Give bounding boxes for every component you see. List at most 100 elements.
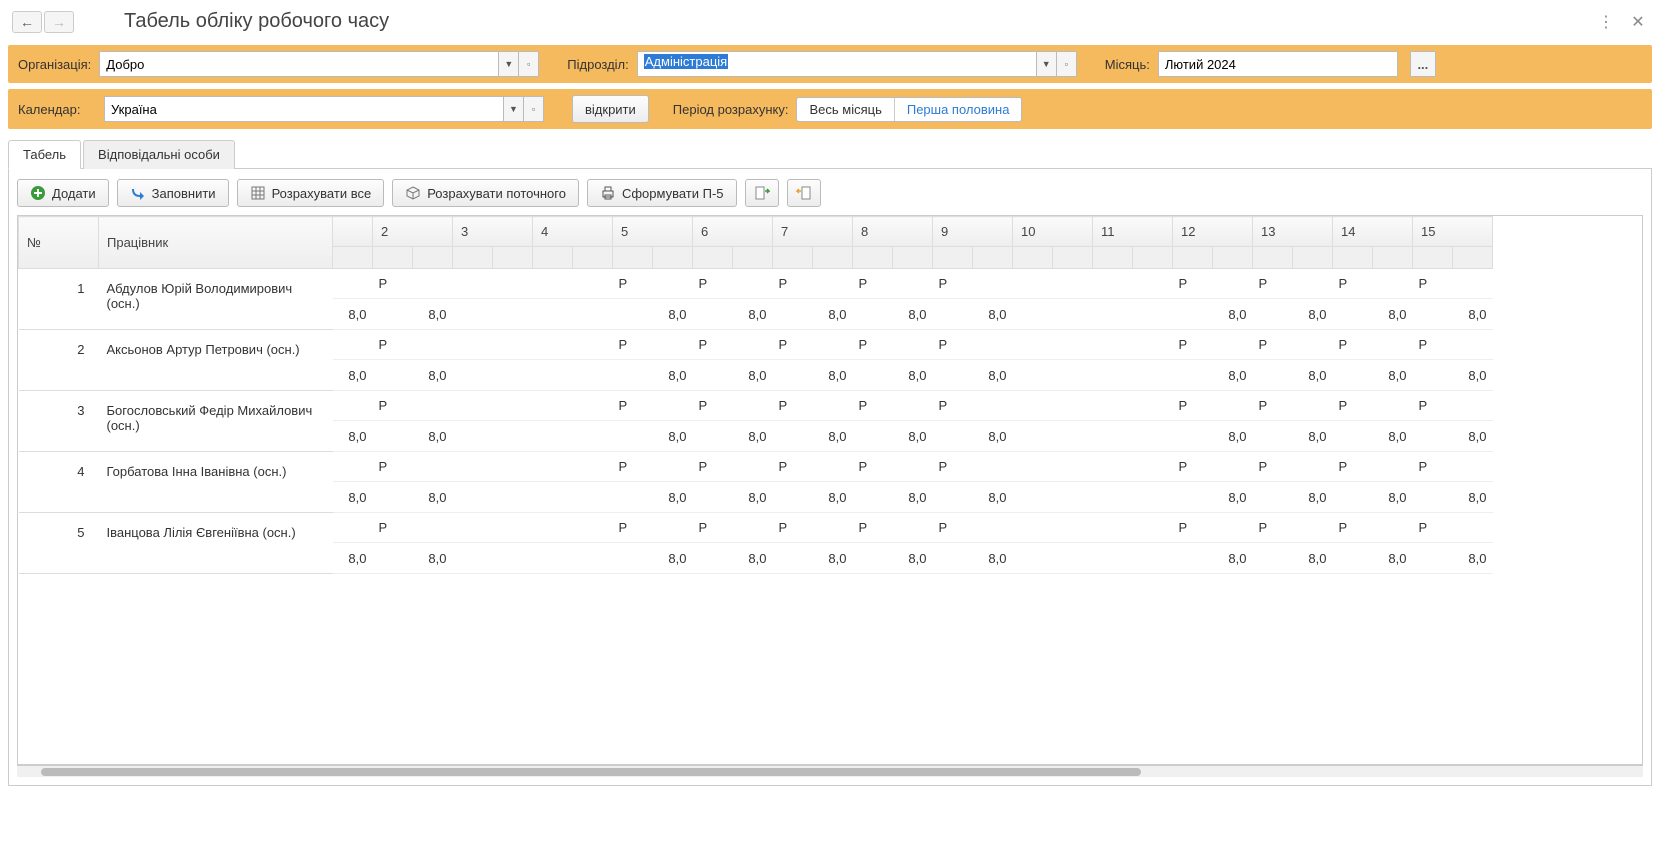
day-cell[interactable] <box>533 513 613 574</box>
day-cell[interactable]: 8,0 <box>333 513 373 574</box>
table-row[interactable]: 2Аксьонов Артур Петрович (осн.)8,0Р8,0Р8… <box>19 330 1493 391</box>
add-button[interactable]: Додати <box>17 179 109 207</box>
col-day-5[interactable]: 5 <box>613 217 693 247</box>
day-cell[interactable]: Р8,0 <box>1173 269 1253 330</box>
day-cell[interactable]: Р8,0 <box>1173 513 1253 574</box>
day-cell[interactable] <box>1093 452 1173 513</box>
col-day-12[interactable]: 12 <box>1173 217 1253 247</box>
day-cell[interactable]: Р8,0 <box>613 513 693 574</box>
day-cell[interactable]: Р8,0 <box>1253 391 1333 452</box>
fill-button[interactable]: Заповнити <box>117 179 229 207</box>
division-input[interactable]: Адміністрація <box>637 51 1037 77</box>
day-cell[interactable]: Р8,0 <box>773 391 853 452</box>
day-cell[interactable]: Р8,0 <box>853 513 933 574</box>
day-cell[interactable]: Р8,0 <box>1413 513 1493 574</box>
col-day-2[interactable]: 2 <box>373 217 453 247</box>
day-cell[interactable]: Р8,0 <box>693 330 773 391</box>
day-cell[interactable]: Р8,0 <box>613 452 693 513</box>
day-cell[interactable]: Р8,0 <box>373 452 453 513</box>
day-cell[interactable] <box>1013 269 1093 330</box>
division-open-button[interactable]: ▫ <box>1057 51 1077 77</box>
month-picker-button[interactable]: ... <box>1410 51 1436 77</box>
day-cell[interactable]: Р8,0 <box>933 330 1013 391</box>
day-cell[interactable] <box>533 330 613 391</box>
day-cell[interactable]: Р8,0 <box>1253 269 1333 330</box>
day-cell[interactable]: Р8,0 <box>1333 330 1413 391</box>
day-cell[interactable]: Р8,0 <box>1333 513 1413 574</box>
calc-current-button[interactable]: Розрахувати поточного <box>392 179 579 207</box>
division-dropdown-button[interactable]: ▼ <box>1037 51 1057 77</box>
nav-back-button[interactable]: ← <box>12 11 42 33</box>
day-cell[interactable]: Р8,0 <box>1413 391 1493 452</box>
day-cell[interactable]: Р8,0 <box>373 269 453 330</box>
form-p5-button[interactable]: Сформувати П-5 <box>587 179 737 207</box>
import-button[interactable] <box>787 179 821 207</box>
col-day-14[interactable]: 14 <box>1333 217 1413 247</box>
day-cell[interactable] <box>453 452 533 513</box>
day-cell[interactable]: 8,0 <box>333 269 373 330</box>
day-cell[interactable]: Р8,0 <box>693 269 773 330</box>
org-dropdown-button[interactable]: ▼ <box>499 51 519 77</box>
col-day-3[interactable]: 3 <box>453 217 533 247</box>
col-day-1[interactable] <box>333 217 373 247</box>
day-cell[interactable]: Р8,0 <box>1413 330 1493 391</box>
day-cell[interactable]: Р8,0 <box>613 391 693 452</box>
day-cell[interactable] <box>1093 269 1173 330</box>
tab-responsible[interactable]: Відповідальні особи <box>83 140 235 169</box>
period-first-half[interactable]: Перша половина <box>894 98 1022 121</box>
day-cell[interactable]: Р8,0 <box>853 391 933 452</box>
table-row[interactable]: 4Горбатова Інна Іванівна (осн.)8,0Р8,0Р8… <box>19 452 1493 513</box>
day-cell[interactable]: Р8,0 <box>933 513 1013 574</box>
day-cell[interactable]: Р8,0 <box>1253 330 1333 391</box>
col-day-10[interactable]: 10 <box>1013 217 1093 247</box>
col-day-15[interactable]: 15 <box>1413 217 1493 247</box>
calendar-open-button[interactable]: ▫ <box>524 96 544 122</box>
day-cell[interactable]: Р8,0 <box>373 513 453 574</box>
day-cell[interactable] <box>453 513 533 574</box>
col-day-13[interactable]: 13 <box>1253 217 1333 247</box>
col-day-4[interactable]: 4 <box>533 217 613 247</box>
scroll-thumb[interactable] <box>41 768 1141 776</box>
calc-all-button[interactable]: Розрахувати все <box>237 179 385 207</box>
col-day-9[interactable]: 9 <box>933 217 1013 247</box>
day-cell[interactable] <box>1013 452 1093 513</box>
day-cell[interactable]: Р8,0 <box>773 513 853 574</box>
day-cell[interactable]: Р8,0 <box>693 391 773 452</box>
org-open-button[interactable]: ▫ <box>519 51 539 77</box>
day-cell[interactable] <box>533 269 613 330</box>
table-row[interactable]: 5Іванцова Лілія Євгеніївна (осн.)8,0Р8,0… <box>19 513 1493 574</box>
day-cell[interactable] <box>453 391 533 452</box>
day-cell[interactable]: Р8,0 <box>693 513 773 574</box>
day-cell[interactable] <box>533 391 613 452</box>
day-cell[interactable] <box>1013 391 1093 452</box>
tab-timesheet[interactable]: Табель <box>8 140 81 169</box>
export-button[interactable] <box>745 179 779 207</box>
day-cell[interactable] <box>453 269 533 330</box>
month-input[interactable] <box>1158 51 1398 77</box>
table-row[interactable]: 1Абдулов Юрій Володимирович (осн.)8,0Р8,… <box>19 269 1493 330</box>
day-cell[interactable]: Р8,0 <box>613 269 693 330</box>
day-cell[interactable]: Р8,0 <box>853 269 933 330</box>
day-cell[interactable]: Р8,0 <box>373 330 453 391</box>
col-employee[interactable]: Працівник <box>99 217 333 269</box>
day-cell[interactable]: Р8,0 <box>853 452 933 513</box>
col-day-6[interactable]: 6 <box>693 217 773 247</box>
day-cell[interactable]: 8,0 <box>333 391 373 452</box>
day-cell[interactable]: Р8,0 <box>1173 330 1253 391</box>
table-row[interactable]: 3Богословський Федір Михайлович (осн.)8,… <box>19 391 1493 452</box>
more-icon[interactable]: ⋮ <box>1596 12 1616 32</box>
day-cell[interactable]: Р8,0 <box>933 452 1013 513</box>
calendar-input[interactable] <box>104 96 504 122</box>
open-calendar-button[interactable]: відкрити <box>572 95 649 123</box>
day-cell[interactable] <box>1093 391 1173 452</box>
day-cell[interactable] <box>1093 513 1173 574</box>
col-num[interactable]: № <box>19 217 99 269</box>
nav-forward-button[interactable]: → <box>44 11 74 33</box>
calendar-dropdown-button[interactable]: ▼ <box>504 96 524 122</box>
day-cell[interactable]: Р8,0 <box>1413 269 1493 330</box>
day-cell[interactable]: Р8,0 <box>933 269 1013 330</box>
col-day-11[interactable]: 11 <box>1093 217 1173 247</box>
grid-container[interactable]: № Працівник 23456789101112131415 1Абдуло… <box>17 215 1643 765</box>
day-cell[interactable]: Р8,0 <box>933 391 1013 452</box>
day-cell[interactable]: Р8,0 <box>1173 452 1253 513</box>
